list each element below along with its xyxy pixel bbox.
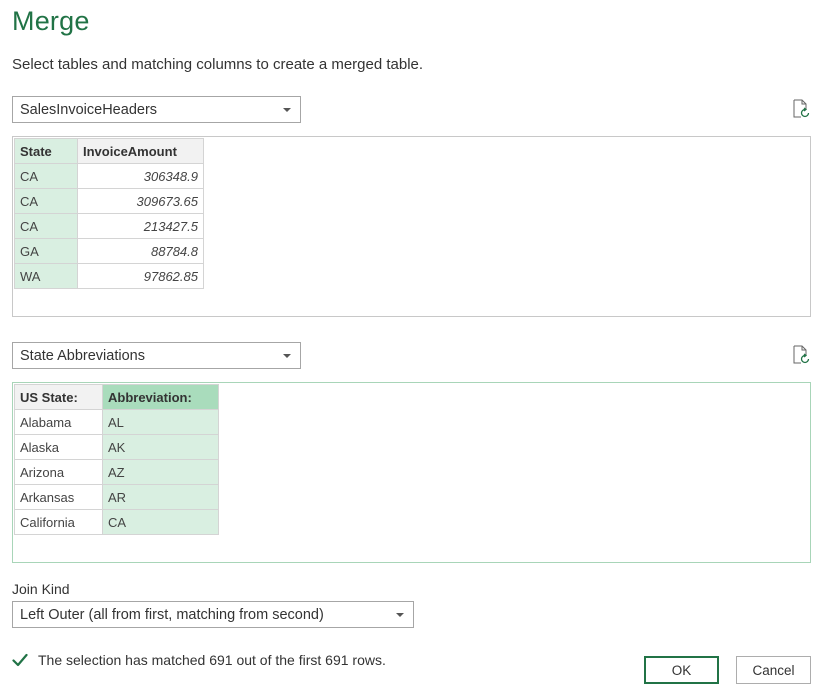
table-cell: WA bbox=[14, 263, 78, 289]
join-kind-label: Join Kind bbox=[12, 581, 70, 597]
table-cell: 97862.85 bbox=[77, 263, 204, 289]
cancel-button[interactable]: Cancel bbox=[736, 656, 811, 684]
refresh-document-icon[interactable] bbox=[792, 345, 810, 365]
first-table-dropdown[interactable]: SalesInvoiceHeaders bbox=[12, 96, 301, 123]
table-cell: AR bbox=[102, 484, 219, 510]
table-cell: 309673.65 bbox=[77, 188, 204, 214]
chevron-down-icon[interactable] bbox=[283, 107, 291, 112]
table-cell: CA bbox=[14, 213, 78, 239]
table-cell: CA bbox=[14, 188, 78, 214]
table-cell: Alabama bbox=[14, 409, 103, 435]
second-table-dropdown[interactable]: State Abbreviations bbox=[12, 342, 301, 369]
table-row: California CA bbox=[14, 509, 219, 535]
table-cell: CA bbox=[14, 163, 78, 189]
table-cell: California bbox=[14, 509, 103, 535]
table-cell: 306348.9 bbox=[77, 163, 204, 189]
table-row: GA 88784.8 bbox=[14, 238, 204, 264]
table-cell: AK bbox=[102, 434, 219, 460]
table-row: Arkansas AR bbox=[14, 484, 219, 510]
ok-button[interactable]: OK bbox=[644, 656, 719, 684]
checkmark-icon bbox=[12, 653, 28, 667]
table-cell: Alaska bbox=[14, 434, 103, 460]
table-cell: GA bbox=[14, 238, 78, 264]
dialog-subtitle: Select tables and matching columns to cr… bbox=[12, 56, 424, 73]
table-row: WA 97862.85 bbox=[14, 263, 204, 289]
table-cell: AZ bbox=[102, 459, 219, 485]
first-table-grid: State InvoiceAmount CA 306348.9 CA 30967… bbox=[14, 138, 204, 289]
dialog-title: Merge bbox=[12, 6, 90, 36]
refresh-document-icon[interactable] bbox=[792, 99, 810, 119]
first-table-dropdown-value: SalesInvoiceHeaders bbox=[20, 101, 158, 118]
second-table-preview: US State: Abbreviation: Alabama AL Alask… bbox=[12, 382, 811, 563]
column-header-state[interactable]: State bbox=[14, 138, 78, 164]
table-cell: 213427.5 bbox=[77, 213, 204, 239]
column-header-abbreviation[interactable]: Abbreviation: bbox=[102, 384, 219, 410]
second-table-grid: US State: Abbreviation: Alabama AL Alask… bbox=[14, 384, 219, 535]
chevron-down-icon[interactable] bbox=[283, 353, 291, 358]
table-row: Alabama AL bbox=[14, 409, 219, 435]
first-table-preview: State InvoiceAmount CA 306348.9 CA 30967… bbox=[12, 136, 811, 317]
table-cell: CA bbox=[102, 509, 219, 535]
second-table-dropdown-value: State Abbreviations bbox=[20, 347, 145, 364]
table-cell: Arkansas bbox=[14, 484, 103, 510]
join-kind-dropdown[interactable]: Left Outer (all from first, matching fro… bbox=[12, 601, 414, 628]
table-row: CA 306348.9 bbox=[14, 163, 204, 189]
table-cell: 88784.8 bbox=[77, 238, 204, 264]
table-row: CA 213427.5 bbox=[14, 213, 204, 239]
chevron-down-icon[interactable] bbox=[396, 612, 404, 617]
column-header-us-state[interactable]: US State: bbox=[14, 384, 103, 410]
table-cell: Arizona bbox=[14, 459, 103, 485]
table-row: Alaska AK bbox=[14, 434, 219, 460]
join-kind-dropdown-value: Left Outer (all from first, matching fro… bbox=[20, 606, 324, 623]
match-status: The selection has matched 691 out of the… bbox=[12, 652, 386, 668]
match-status-text: The selection has matched 691 out of the… bbox=[38, 652, 386, 668]
table-row: Arizona AZ bbox=[14, 459, 219, 485]
table-cell: AL bbox=[102, 409, 219, 435]
column-header-invoiceamount[interactable]: InvoiceAmount bbox=[77, 138, 204, 164]
table-row: CA 309673.65 bbox=[14, 188, 204, 214]
